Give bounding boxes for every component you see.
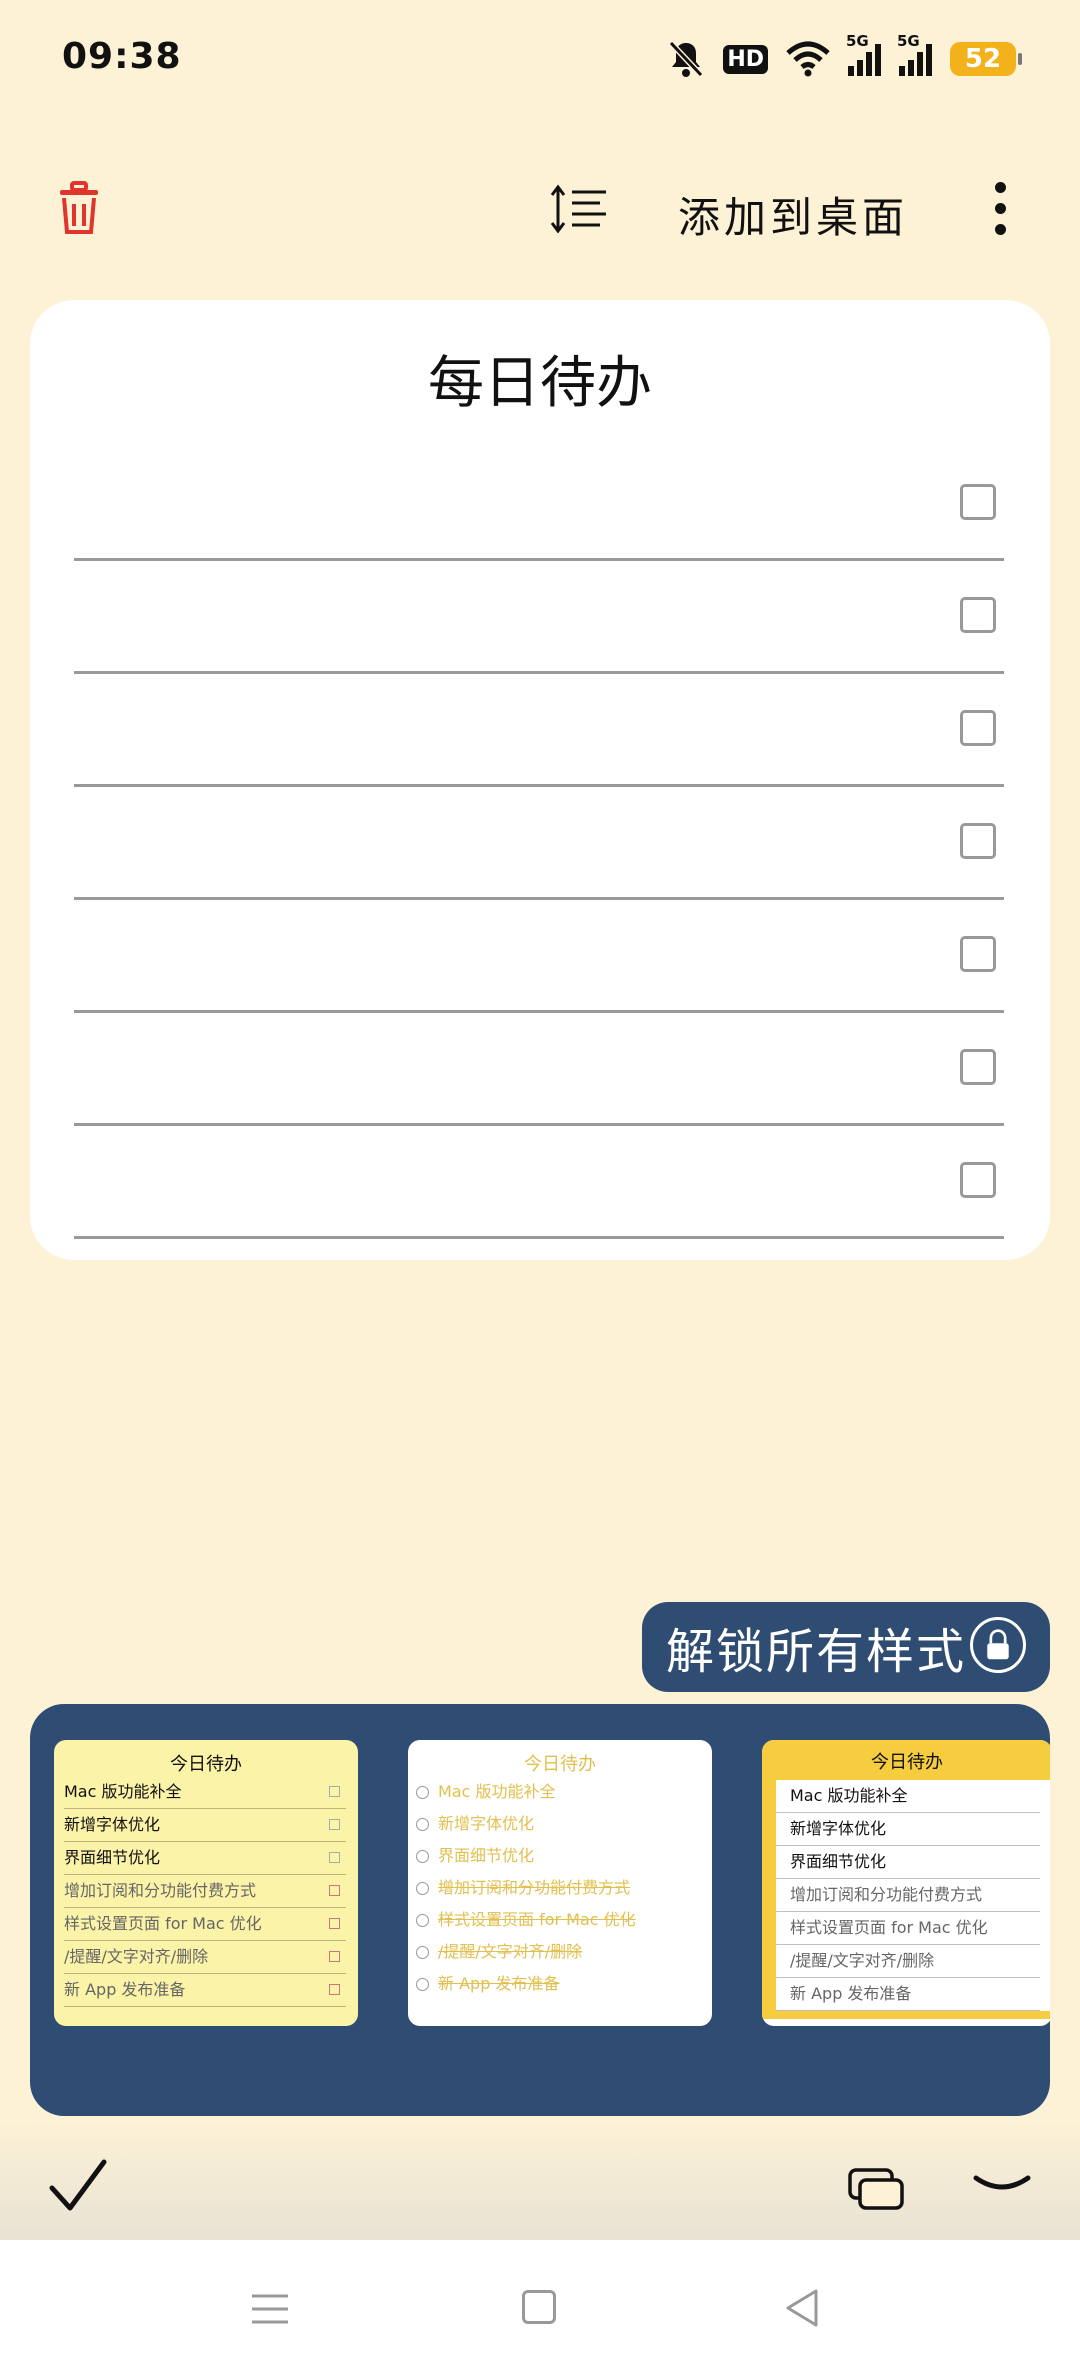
template-row: /提醒/文字对齐/删除 [408,1936,700,1968]
nav-menu-icon[interactable] [250,2292,290,2326]
note-card: 每日待办 [30,300,1050,1260]
status-icons: HD 5G 5G 52 [667,32,1022,84]
wifi-icon [786,41,830,77]
trash-icon[interactable] [54,180,104,236]
bell-off-icon [669,40,704,78]
template-row: Mac 版功能补全 [408,1776,700,1808]
template-title: 今日待办 [170,1754,242,1775]
unlock-all-styles-button[interactable]: 解锁所有样式 [642,1602,1050,1692]
template-row: 增加订阅和分功能付费方式 [776,1879,1040,1912]
template-row: 样式设置页面 for Mac 优化 [64,1908,346,1941]
style-template-yellow[interactable]: 今日待办 Mac 版功能补全 新增字体优化 界面细节优化 增加订阅和分功能付费方… [54,1740,358,2026]
todo-checkbox[interactable] [960,1049,996,1085]
battery-icon: 52 [950,42,1022,76]
checkmark-icon[interactable] [48,2156,108,2216]
nav-home-icon[interactable] [522,2290,556,2324]
todo-row[interactable] [74,1128,1004,1239]
template-row: 样式设置页面 for Mac 优化 [776,1912,1040,1945]
template-row: 样式设置页面 for Mac 优化 [408,1904,700,1936]
template-row: 新 App 发布准备 [776,1978,1040,2011]
style-template-white[interactable]: 今日待办 Mac 版功能补全 新增字体优化 界面细节优化 增加订阅和分功能付费方… [408,1740,712,2026]
status-time: 09:38 [62,36,182,77]
todo-row[interactable] [74,450,1004,561]
more-vertical-icon[interactable] [990,176,1010,240]
style-panel: 今日待办 Mac 版功能补全 新增字体优化 界面细节优化 增加订阅和分功能付费方… [30,1704,1050,2116]
template-row: 新增字体优化 [64,1809,346,1842]
signal-icon-2: 5G [897,32,932,76]
template-title: 今日待办 [524,1754,596,1775]
sort-icon[interactable] [550,184,610,234]
template-title: 今日待办 [762,1740,1050,1780]
template-row: 增加订阅和分功能付费方式 [64,1875,346,1908]
unlock-label: 解锁所有样式 [666,1624,967,1680]
template-row: 新增字体优化 [408,1808,700,1840]
template-row: Mac 版功能补全 [776,1780,1040,1813]
todo-row[interactable] [74,1015,1004,1126]
template-row: 界面细节优化 [64,1842,346,1875]
style-template-gold[interactable]: 今日待办 Mac 版功能补全 新增字体优化 界面细节优化 增加订阅和分功能付费方… [762,1740,1050,2026]
duplicate-icon[interactable] [846,2166,906,2212]
status-bar: 09:38 HD 5G 5G 52 [0,0,1080,120]
template-row: 新增字体优化 [776,1813,1040,1846]
template-row: /提醒/文字对齐/删除 [776,1945,1040,1978]
system-nav-bar [0,2240,1080,2376]
template-row: 新 App 发布准备 [408,1968,700,2000]
template-row: 新 App 发布准备 [64,1974,346,2007]
template-row: 界面细节优化 [408,1840,700,1872]
todo-row[interactable] [74,789,1004,900]
top-toolbar: 添加到桌面 [0,170,1080,250]
note-title[interactable]: 每日待办 [30,338,1050,419]
template-row: 增加订阅和分功能付费方式 [408,1872,700,1904]
template-row: Mac 版功能补全 [64,1776,346,1809]
todo-checkbox[interactable] [960,484,996,520]
template-row: /提醒/文字对齐/删除 [64,1941,346,1974]
todo-checkbox[interactable] [960,710,996,746]
bottom-action-bar [0,2120,1080,2240]
todo-checkbox[interactable] [960,597,996,633]
todo-row[interactable] [74,563,1004,674]
todo-row[interactable] [74,676,1004,787]
hd-badge: HD [723,44,768,74]
todo-checkbox[interactable] [960,1162,996,1198]
todo-list [74,450,1004,1241]
lock-icon [970,1617,1026,1673]
add-to-desktop-button[interactable]: 添加到桌面 [678,184,908,245]
todo-row[interactable] [74,902,1004,1013]
todo-checkbox[interactable] [960,823,996,859]
nav-back-icon[interactable] [784,2288,820,2328]
template-row: 界面细节优化 [776,1846,1040,1879]
chevron-down-icon[interactable] [972,2172,1032,2196]
signal-icon: 5G [846,32,881,76]
todo-checkbox[interactable] [960,936,996,972]
